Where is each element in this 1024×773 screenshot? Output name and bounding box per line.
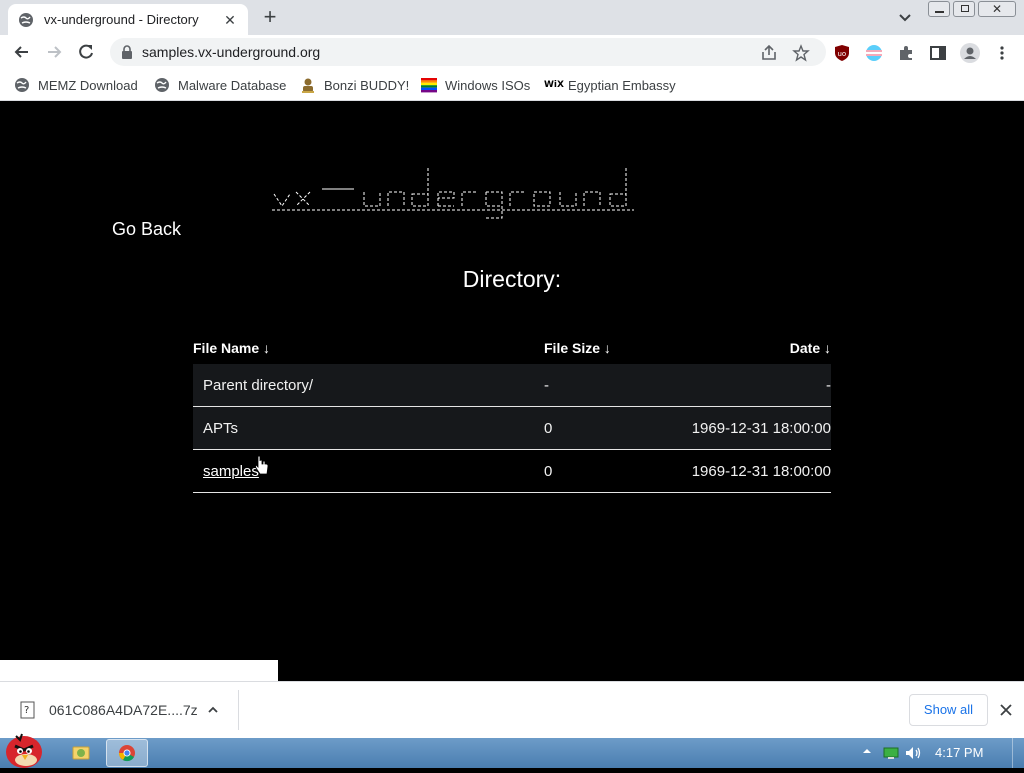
column-header-file-size[interactable]: File Size ↓ [544, 340, 611, 356]
column-header-file-name[interactable]: File Name ↓ [193, 340, 270, 356]
tray-expand-icon[interactable] [862, 746, 872, 756]
tab-search-icon[interactable] [896, 8, 914, 26]
trans-flag-extension-icon[interactable] [865, 44, 883, 62]
side-panel-icon[interactable] [929, 44, 947, 62]
file-date: 1969-12-31 18:00:00 [691, 463, 831, 480]
file-date: - [826, 377, 831, 394]
svg-text:?: ? [24, 705, 29, 716]
globe-icon [19, 12, 33, 27]
bookmark-label: Malware Database [178, 77, 287, 93]
file-size: 0 [544, 463, 553, 480]
close-window-button[interactable]: ✕ [978, 1, 1016, 17]
volume-icon[interactable] [905, 746, 923, 760]
wix-icon: WiX [544, 80, 564, 90]
chrome-icon [118, 745, 135, 762]
tab-title: vx-underground - Directory [44, 12, 199, 27]
chevron-up-icon[interactable] [206, 703, 220, 717]
bookmark-label: MEMZ Download [38, 77, 138, 93]
new-tab-button[interactable]: + [258, 6, 282, 30]
bookmark-windows-isos[interactable]: Windows ISOs [421, 76, 530, 94]
taskbar: 4:17 PM [0, 733, 1024, 768]
show-all-button[interactable]: Show all [909, 694, 988, 726]
tab-close-icon[interactable]: ✕ [222, 12, 238, 28]
hand-cursor-icon [255, 456, 269, 475]
ublock-icon[interactable]: uo [833, 44, 851, 62]
rainbow-flag-icon [421, 78, 437, 93]
close-icon[interactable] [998, 702, 1014, 718]
taskbar-explorer-button[interactable] [60, 739, 102, 767]
page-content: Go Back Directory: File Name ↓ File Size… [0, 102, 1024, 682]
show-desktop-button[interactable] [1012, 738, 1024, 768]
bonzi-icon [302, 78, 314, 93]
file-name[interactable]: APTs [203, 420, 238, 437]
reload-icon[interactable] [76, 42, 96, 62]
unknown-file-icon: ? [20, 701, 35, 719]
bookmark-label: Bonzi BUDDY! [324, 77, 410, 93]
profile-avatar-icon[interactable] [960, 43, 980, 63]
file-date: 1969-12-31 18:00:00 [691, 420, 831, 437]
bookmark-bonzi-buddy[interactable]: Bonzi BUDDY! [300, 76, 409, 94]
minimize-button[interactable] [928, 1, 950, 17]
globe-icon [155, 78, 169, 92]
folder-icon [72, 746, 90, 760]
file-name-link[interactable]: samples [203, 463, 259, 480]
download-file-name[interactable]: 061C086A4DA72E....7z [49, 702, 198, 718]
forward-arrow-icon[interactable] [44, 42, 64, 62]
column-header-date[interactable]: Date ↓ [790, 340, 831, 356]
go-back-link[interactable]: Go Back [112, 219, 181, 240]
tab-strip: vx-underground - Directory ✕ + ✕ [0, 0, 1024, 35]
start-button-angry-bird-icon[interactable] [2, 730, 48, 768]
taskbar-chrome-button[interactable] [106, 739, 148, 767]
table-row[interactable]: samples 0 1969-12-31 18:00:00 [193, 450, 831, 493]
download-shelf: ? 061C086A4DA72E....7z Show all [0, 681, 1024, 738]
file-size: - [544, 377, 549, 394]
table-header: File Name ↓ File Size ↓ Date ↓ [193, 330, 831, 364]
browser-tab[interactable]: vx-underground - Directory ✕ [8, 4, 248, 35]
restore-button[interactable] [953, 1, 975, 17]
bookmarks-bar: MEMZ Download Malware Database Bonzi BUD… [0, 69, 1024, 101]
lock-icon[interactable] [121, 45, 133, 59]
bookmark-malware-database[interactable]: Malware Database [154, 76, 286, 94]
divider [238, 690, 239, 730]
bookmark-egyptian-embassy[interactable]: WiX Egyptian Embassy [544, 76, 676, 94]
file-name[interactable]: Parent directory/ [203, 377, 313, 394]
menu-kebab-icon[interactable] [994, 44, 1010, 62]
url-text[interactable]: samples.vx-underground.org [142, 44, 320, 60]
back-arrow-icon[interactable] [12, 42, 32, 62]
taskbar-clock[interactable]: 4:17 PM [935, 745, 983, 760]
bookmark-memz-download[interactable]: MEMZ Download [14, 76, 138, 94]
status-bubble [0, 660, 278, 682]
file-size: 0 [544, 420, 553, 437]
table-row[interactable]: Parent directory/ - - [193, 364, 831, 407]
globe-icon [15, 78, 29, 92]
download-item[interactable]: ? 061C086A4DA72E....7z [20, 701, 198, 719]
directory-table: File Name ↓ File Size ↓ Date ↓ Parent di… [193, 330, 831, 493]
address-bar[interactable]: samples.vx-underground.org [110, 38, 826, 66]
bookmark-label: Egyptian Embassy [568, 77, 676, 93]
svg-text:uo: uo [838, 50, 847, 58]
vx-underground-logo [272, 166, 634, 219]
bookmark-label: Windows ISOs [445, 77, 531, 93]
extensions-puzzle-icon[interactable] [897, 44, 915, 62]
network-icon[interactable] [883, 747, 899, 760]
page-title: Directory: [462, 266, 562, 292]
share-icon[interactable] [760, 44, 778, 62]
table-row[interactable]: APTs 0 1969-12-31 18:00:00 [193, 407, 831, 450]
bookmark-star-icon[interactable] [792, 44, 810, 62]
